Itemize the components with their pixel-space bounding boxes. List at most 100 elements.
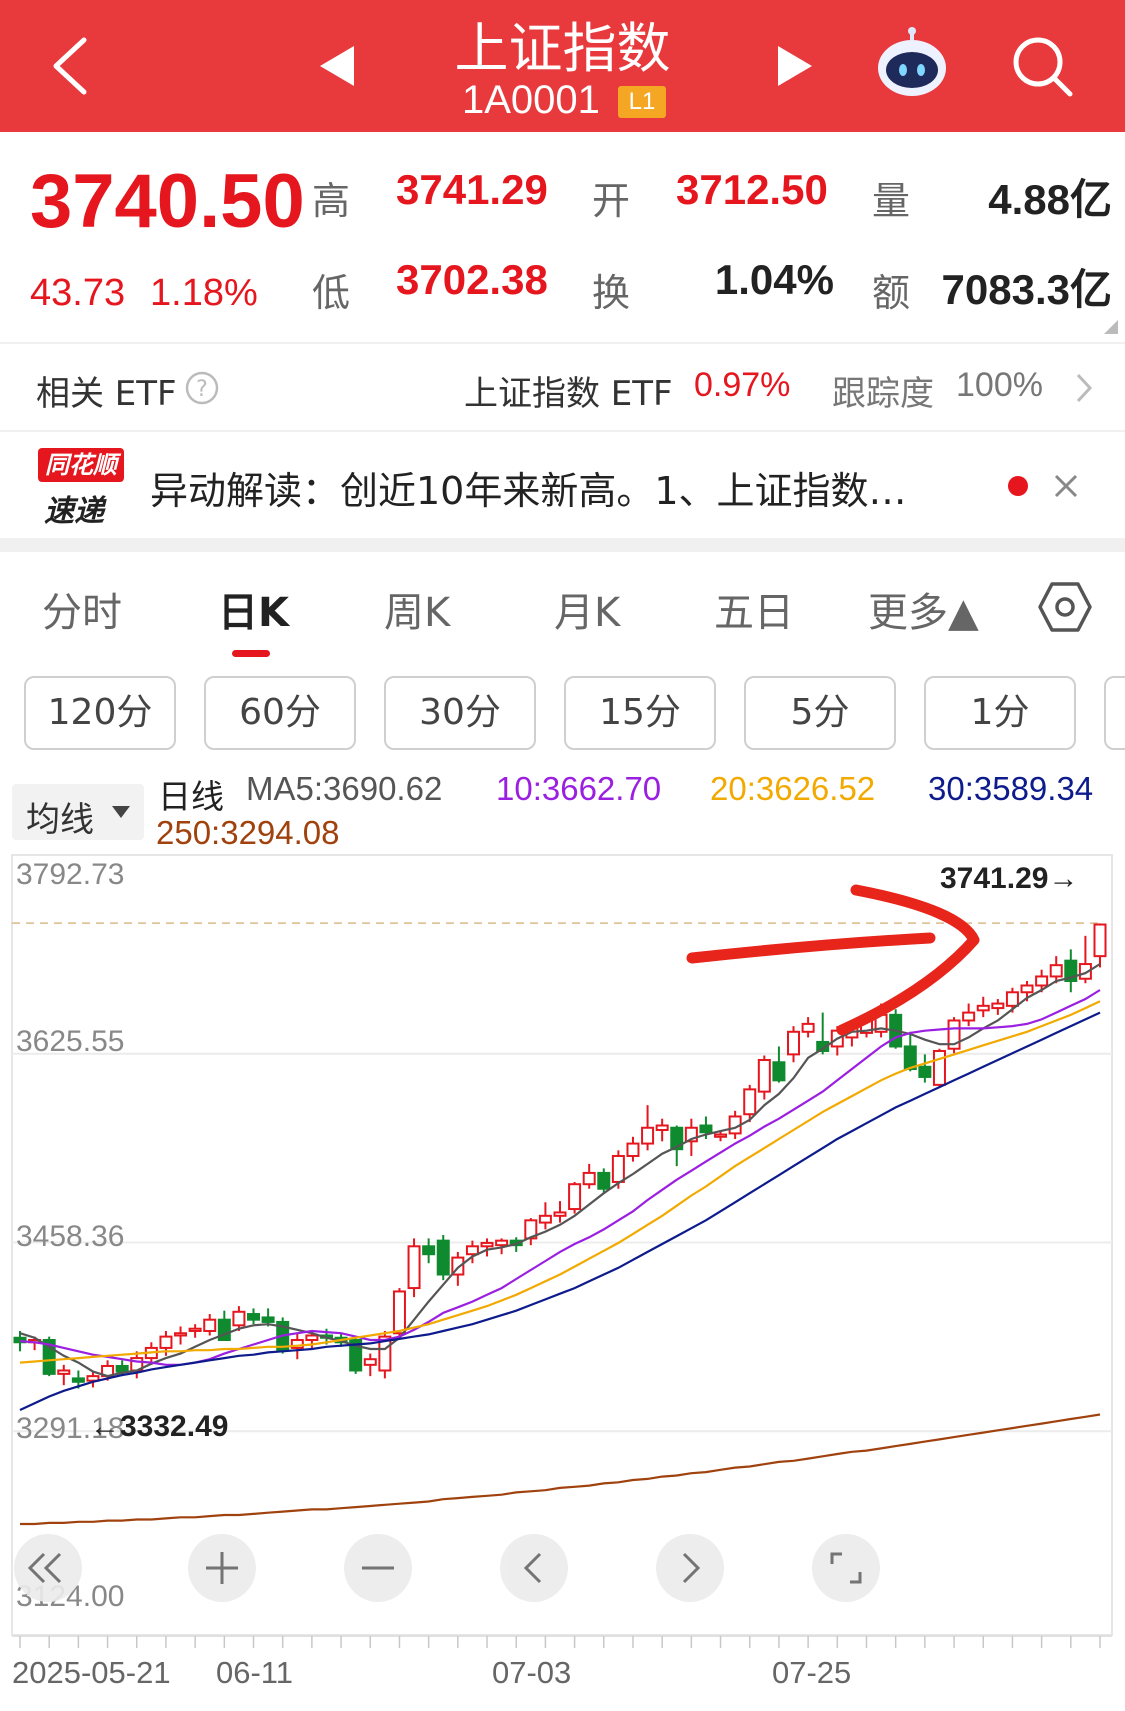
period-30min[interactable]: 30分 — [384, 676, 536, 750]
low-value: 3702.38 — [396, 256, 548, 303]
amount-value: 7083.3亿 — [941, 266, 1112, 313]
candle-body — [261, 1316, 275, 1323]
scroll-right-button[interactable] — [656, 1534, 724, 1602]
chevron-left-icon — [523, 1552, 542, 1584]
candle-body — [626, 1142, 640, 1157]
x-tick-label: 06-11 — [216, 1655, 293, 1690]
badge-top: 同花顺 — [38, 448, 124, 482]
tab-daily-k[interactable]: 日K — [218, 580, 289, 638]
close-icon[interactable] — [1052, 472, 1080, 500]
candle-body — [962, 1011, 976, 1022]
back-chevron-icon[interactable] — [48, 34, 92, 98]
expand-corner-icon[interactable] — [1104, 320, 1118, 334]
tab-monthly-k[interactable]: 月K — [554, 580, 620, 638]
candle-body — [757, 1059, 771, 1093]
candle-body — [436, 1239, 450, 1276]
fullscreen-button[interactable] — [812, 1534, 880, 1602]
help-icon[interactable]: ? — [184, 370, 220, 406]
current-price: 3740.50 — [30, 159, 305, 244]
period-15min[interactable]: 15分 — [564, 676, 716, 750]
max-price-marker: 3741.29→ — [940, 862, 1079, 895]
chevron-right-icon — [1076, 373, 1093, 403]
open-value: 3712.50 — [676, 166, 828, 213]
candle-body — [611, 1154, 625, 1183]
track-value: 100% — [956, 366, 1043, 404]
candle-body — [203, 1318, 217, 1332]
candle-body — [1020, 984, 1034, 994]
tab-intraday[interactable]: 分时 — [42, 580, 122, 638]
price-change-pct: 1.18% — [150, 272, 258, 314]
candle-body — [1049, 964, 1063, 978]
zoom-in-button[interactable] — [188, 1534, 256, 1602]
ma250-value: 250:3294.08 — [156, 814, 340, 851]
candle-body — [568, 1183, 582, 1211]
zoom-out-button[interactable] — [344, 1534, 412, 1602]
volume-value: 4.88亿 — [988, 176, 1112, 223]
period-more-partial[interactable] — [1104, 676, 1125, 750]
period-1min[interactable]: 1分 — [924, 676, 1076, 750]
ma10-value: 10:3662.70 — [496, 770, 662, 807]
candle-body — [597, 1171, 611, 1190]
period-120min[interactable]: 120分 — [24, 676, 176, 750]
candle-body — [407, 1245, 421, 1290]
tab-weekly-k[interactable]: 周K — [384, 580, 450, 638]
unread-dot-icon — [1008, 476, 1028, 496]
news-row[interactable]: 同花顺 速递 异动解读：创近10年来新高。1、上证指数… — [0, 432, 1125, 538]
level-badge: L1 — [618, 86, 666, 118]
candle-body — [582, 1171, 596, 1186]
etf-row[interactable]: 相关 ETF ? 上证指数 ETF 0.97% 跟踪度 100% — [0, 344, 1125, 430]
min-price-marker: ←3332.49 — [90, 1410, 229, 1443]
track-label: 跟踪度 — [832, 374, 934, 414]
annotation-arrow-head — [836, 884, 980, 1036]
price-change: 43.73 — [30, 272, 126, 314]
period-60min[interactable]: 60分 — [204, 676, 356, 750]
dropdown-caret-icon — [112, 806, 130, 818]
candle-body — [159, 1335, 173, 1349]
candle-body — [392, 1290, 406, 1335]
x-tick-label: 07-03 — [492, 1655, 572, 1690]
ma20-value: 20:3626.52 — [710, 770, 876, 807]
candle-body — [232, 1310, 246, 1327]
open-label: 开 — [592, 179, 631, 223]
candle-body — [991, 1002, 1005, 1010]
tab-more[interactable]: 更多▲ — [868, 580, 979, 638]
settings-hexagon-icon[interactable] — [1038, 580, 1092, 634]
scroll-left-button[interactable] — [500, 1534, 568, 1602]
ma-dropdown[interactable]: 均线 — [12, 784, 144, 840]
candle-body — [1093, 923, 1107, 958]
news-text: 异动解读：创近10年来新高。1、上证指数… — [150, 469, 907, 513]
low-label: 低 — [312, 271, 351, 315]
next-triangle-icon[interactable] — [774, 44, 814, 88]
candle-body — [465, 1245, 479, 1256]
etf-label: 相关 ETF — [36, 374, 177, 414]
candle-body — [363, 1358, 377, 1366]
ma-line-ma10 — [19, 989, 1101, 1366]
candle-body — [699, 1124, 713, 1134]
candle-body — [1035, 975, 1049, 987]
volume-label: 量 — [872, 179, 911, 223]
y-tick-label: 3458.36 — [16, 1220, 125, 1253]
fullscreen-icon — [830, 1552, 862, 1584]
active-tab-indicator — [232, 650, 270, 657]
ma-dropdown-label: 均线 — [26, 800, 94, 840]
candle-body — [801, 1022, 815, 1033]
candle-body — [714, 1133, 728, 1138]
candle-body — [918, 1065, 932, 1078]
candle-body — [553, 1211, 567, 1217]
high-value: 3741.29 — [396, 166, 548, 213]
turnover-label: 换 — [592, 271, 631, 315]
scroll-start-button[interactable] — [14, 1534, 82, 1602]
tab-five-day[interactable]: 五日 — [714, 580, 794, 638]
candle-body — [932, 1049, 946, 1086]
prev-triangle-icon[interactable] — [318, 44, 358, 88]
candle-body — [422, 1245, 436, 1256]
amount-label: 额 — [872, 271, 911, 315]
y-tick-label: 3625.55 — [16, 1025, 125, 1058]
period-5min[interactable]: 5分 — [744, 676, 896, 750]
etf-pct: 0.97% — [694, 366, 791, 404]
robot-assistant-icon[interactable] — [874, 26, 950, 102]
candle-body — [71, 1377, 85, 1383]
candle-body — [174, 1332, 188, 1337]
search-icon[interactable] — [1010, 34, 1074, 98]
plus-icon — [206, 1552, 238, 1584]
